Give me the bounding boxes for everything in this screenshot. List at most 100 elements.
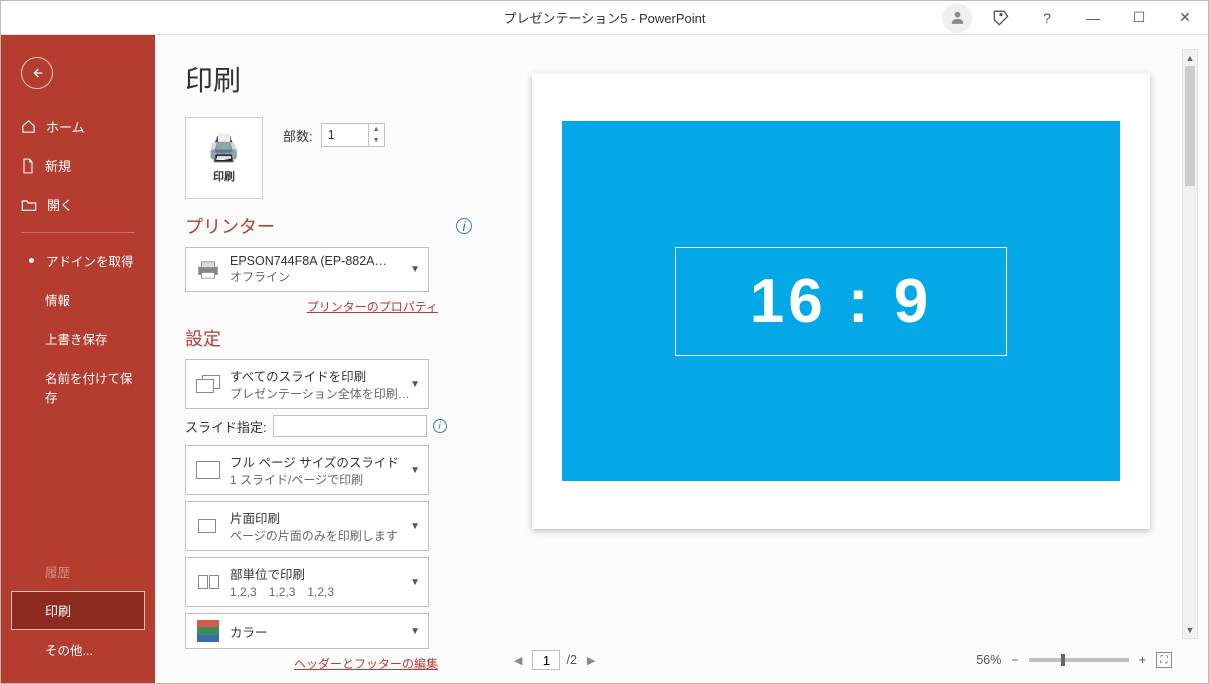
spinner-down-icon[interactable]: ▼	[369, 135, 384, 146]
sidebar-item-open[interactable]: 開く	[1, 185, 155, 224]
print-button[interactable]: 🖨️ 印刷	[185, 117, 263, 199]
zoom-level: 56%	[976, 653, 1001, 667]
printer-device-icon	[194, 260, 222, 280]
zoom-slider[interactable]	[1029, 658, 1129, 662]
prev-page-button[interactable]: ◀	[510, 652, 526, 669]
duplex-line2: ページの片面のみを印刷します	[230, 527, 420, 544]
printer-status: オフライン	[230, 268, 420, 285]
fit-to-window-button[interactable]: ⛶	[1156, 652, 1172, 668]
range-line1: すべてのスライドを印刷	[230, 366, 420, 385]
sidebar-item-info[interactable]: 情報	[1, 280, 155, 319]
range-line2: プレゼンテーション全体を印刷し…	[230, 385, 420, 402]
chevron-down-icon: ▼	[410, 264, 420, 275]
printer-properties-link[interactable]: プリンターのプロパティ	[307, 300, 438, 314]
account-avatar[interactable]	[942, 3, 972, 33]
maximize-button[interactable]: ☐	[1116, 1, 1162, 34]
sidebar-label: ホーム	[46, 117, 85, 136]
close-button[interactable]: ✕	[1162, 1, 1208, 34]
header-footer-link[interactable]: ヘッダーとフッターの編集	[294, 657, 438, 671]
print-range-dropdown[interactable]: すべてのスライドを印刷 プレゼンテーション全体を印刷し… ▼	[185, 359, 429, 409]
slide-ratio-box: 16 : 9	[675, 247, 1008, 356]
sidebar-label: その他...	[45, 640, 93, 659]
layout-dropdown[interactable]: フル ページ サイズのスライド 1 スライド/ページで印刷 ▼	[185, 445, 429, 495]
slide-ratio-text: 16 : 9	[750, 266, 933, 337]
title-bar: プレゼンテーション5 - PowerPoint ? — ☐ ✕	[1, 1, 1208, 35]
slides-spec-input[interactable]	[273, 415, 427, 437]
layout-line2: 1 スライド/ページで印刷	[230, 471, 420, 488]
help-button[interactable]: ?	[1024, 1, 1070, 34]
duplex-line1: 片面印刷	[230, 508, 420, 527]
minimize-button[interactable]: —	[1070, 1, 1116, 34]
color-icon	[194, 620, 222, 642]
sidebar-divider	[21, 232, 135, 233]
open-icon	[21, 198, 37, 212]
collate-line2: 1,2,3 1,2,3 1,2,3	[230, 583, 420, 600]
color-dropdown[interactable]: カラー ▼	[185, 613, 429, 649]
printer-section-title: プリンター	[185, 213, 275, 239]
fullpage-icon	[194, 461, 222, 479]
collate-icon	[194, 575, 222, 589]
sidebar-item-save[interactable]: 上書き保存	[1, 319, 155, 358]
copies-spinner[interactable]: 1 ▲ ▼	[321, 123, 385, 147]
layout-line1: フル ページ サイズのスライド	[230, 452, 420, 471]
bullet-icon	[29, 258, 34, 263]
sidebar-item-more[interactable]: その他...	[1, 630, 155, 669]
spinner-up-icon[interactable]: ▲	[369, 124, 384, 135]
zoom-controls: 56% − + ⛶	[976, 652, 1172, 668]
printer-name: EPSON744F8A (EP-882A…	[230, 254, 420, 268]
print-button-label: 印刷	[213, 168, 235, 184]
scroll-up-icon[interactable]: ▲	[1183, 50, 1197, 66]
page-navigator: ◀ /2 ▶	[510, 650, 599, 670]
scroll-thumb[interactable]	[1185, 66, 1195, 186]
sidebar-label: 新規	[45, 156, 71, 175]
slide-content: 16 : 9	[562, 121, 1120, 481]
backstage-sidebar: ホーム 新規 開く アドインを取得 情報 上書き保存 名前を付けて保存 履歴 印…	[1, 35, 155, 683]
preview-scrollbar[interactable]: ▲ ▼	[1182, 49, 1198, 639]
coming-soon-icon[interactable]	[978, 1, 1024, 34]
sidebar-label: 上書き保存	[45, 329, 108, 348]
sidebar-label: 名前を付けて保存	[45, 368, 135, 406]
sidebar-label: アドインを取得	[46, 251, 134, 270]
back-button[interactable]	[21, 57, 53, 89]
printer-icon: 🖨️	[208, 133, 240, 164]
chevron-down-icon: ▼	[410, 626, 420, 637]
printer-info-icon[interactable]: i	[456, 218, 472, 234]
next-page-button[interactable]: ▶	[583, 652, 599, 669]
slides-all-icon	[194, 375, 222, 393]
page-heading: 印刷	[185, 59, 500, 99]
sidebar-item-new[interactable]: 新規	[1, 146, 155, 185]
scroll-down-icon[interactable]: ▼	[1183, 622, 1197, 638]
copies-label: 部数:	[283, 126, 313, 145]
copies-value: 1	[322, 124, 368, 146]
sidebar-item-getaddins[interactable]: アドインを取得	[1, 241, 155, 280]
chevron-down-icon: ▼	[410, 521, 420, 532]
sidebar-label: 履歴	[45, 562, 70, 581]
zoom-out-button[interactable]: −	[1011, 653, 1018, 667]
chevron-down-icon: ▼	[410, 379, 420, 390]
sidebar-label: 印刷	[45, 601, 71, 620]
print-panel: 印刷 🖨️ 印刷 部数: 1 ▲ ▼	[155, 35, 500, 683]
duplex-dropdown[interactable]: 片面印刷 ページの片面のみを印刷します ▼	[185, 501, 429, 551]
print-preview: ▲ ▼ 16 : 9 ◀ /2 ▶ 56%	[500, 35, 1208, 683]
sidebar-item-home[interactable]: ホーム	[1, 107, 155, 146]
home-icon	[21, 119, 36, 134]
settings-section-title: 設定	[185, 325, 221, 351]
sidebar-item-history: 履歴	[1, 552, 155, 591]
page-total: /2	[566, 653, 576, 667]
slides-info-icon[interactable]: i	[433, 419, 447, 433]
sidebar-label: 開く	[47, 195, 73, 214]
current-page-input[interactable]	[532, 650, 560, 670]
window-title: プレゼンテーション5 - PowerPoint	[503, 8, 705, 27]
slide-page: 16 : 9	[532, 73, 1150, 529]
sidebar-item-print[interactable]: 印刷	[11, 591, 145, 630]
sidebar-item-saveas[interactable]: 名前を付けて保存	[1, 358, 155, 416]
printer-dropdown[interactable]: EPSON744F8A (EP-882A… オフライン ▼	[185, 247, 429, 292]
slides-spec-label: スライド指定:	[185, 417, 267, 436]
chevron-down-icon: ▼	[410, 465, 420, 476]
zoom-in-button[interactable]: +	[1139, 653, 1146, 667]
collate-line1: 部単位で印刷	[230, 564, 420, 583]
new-icon	[21, 158, 35, 174]
color-line1: カラー	[230, 622, 420, 641]
collate-dropdown[interactable]: 部単位で印刷 1,2,3 1,2,3 1,2,3 ▼	[185, 557, 429, 607]
single-side-icon	[194, 517, 222, 535]
